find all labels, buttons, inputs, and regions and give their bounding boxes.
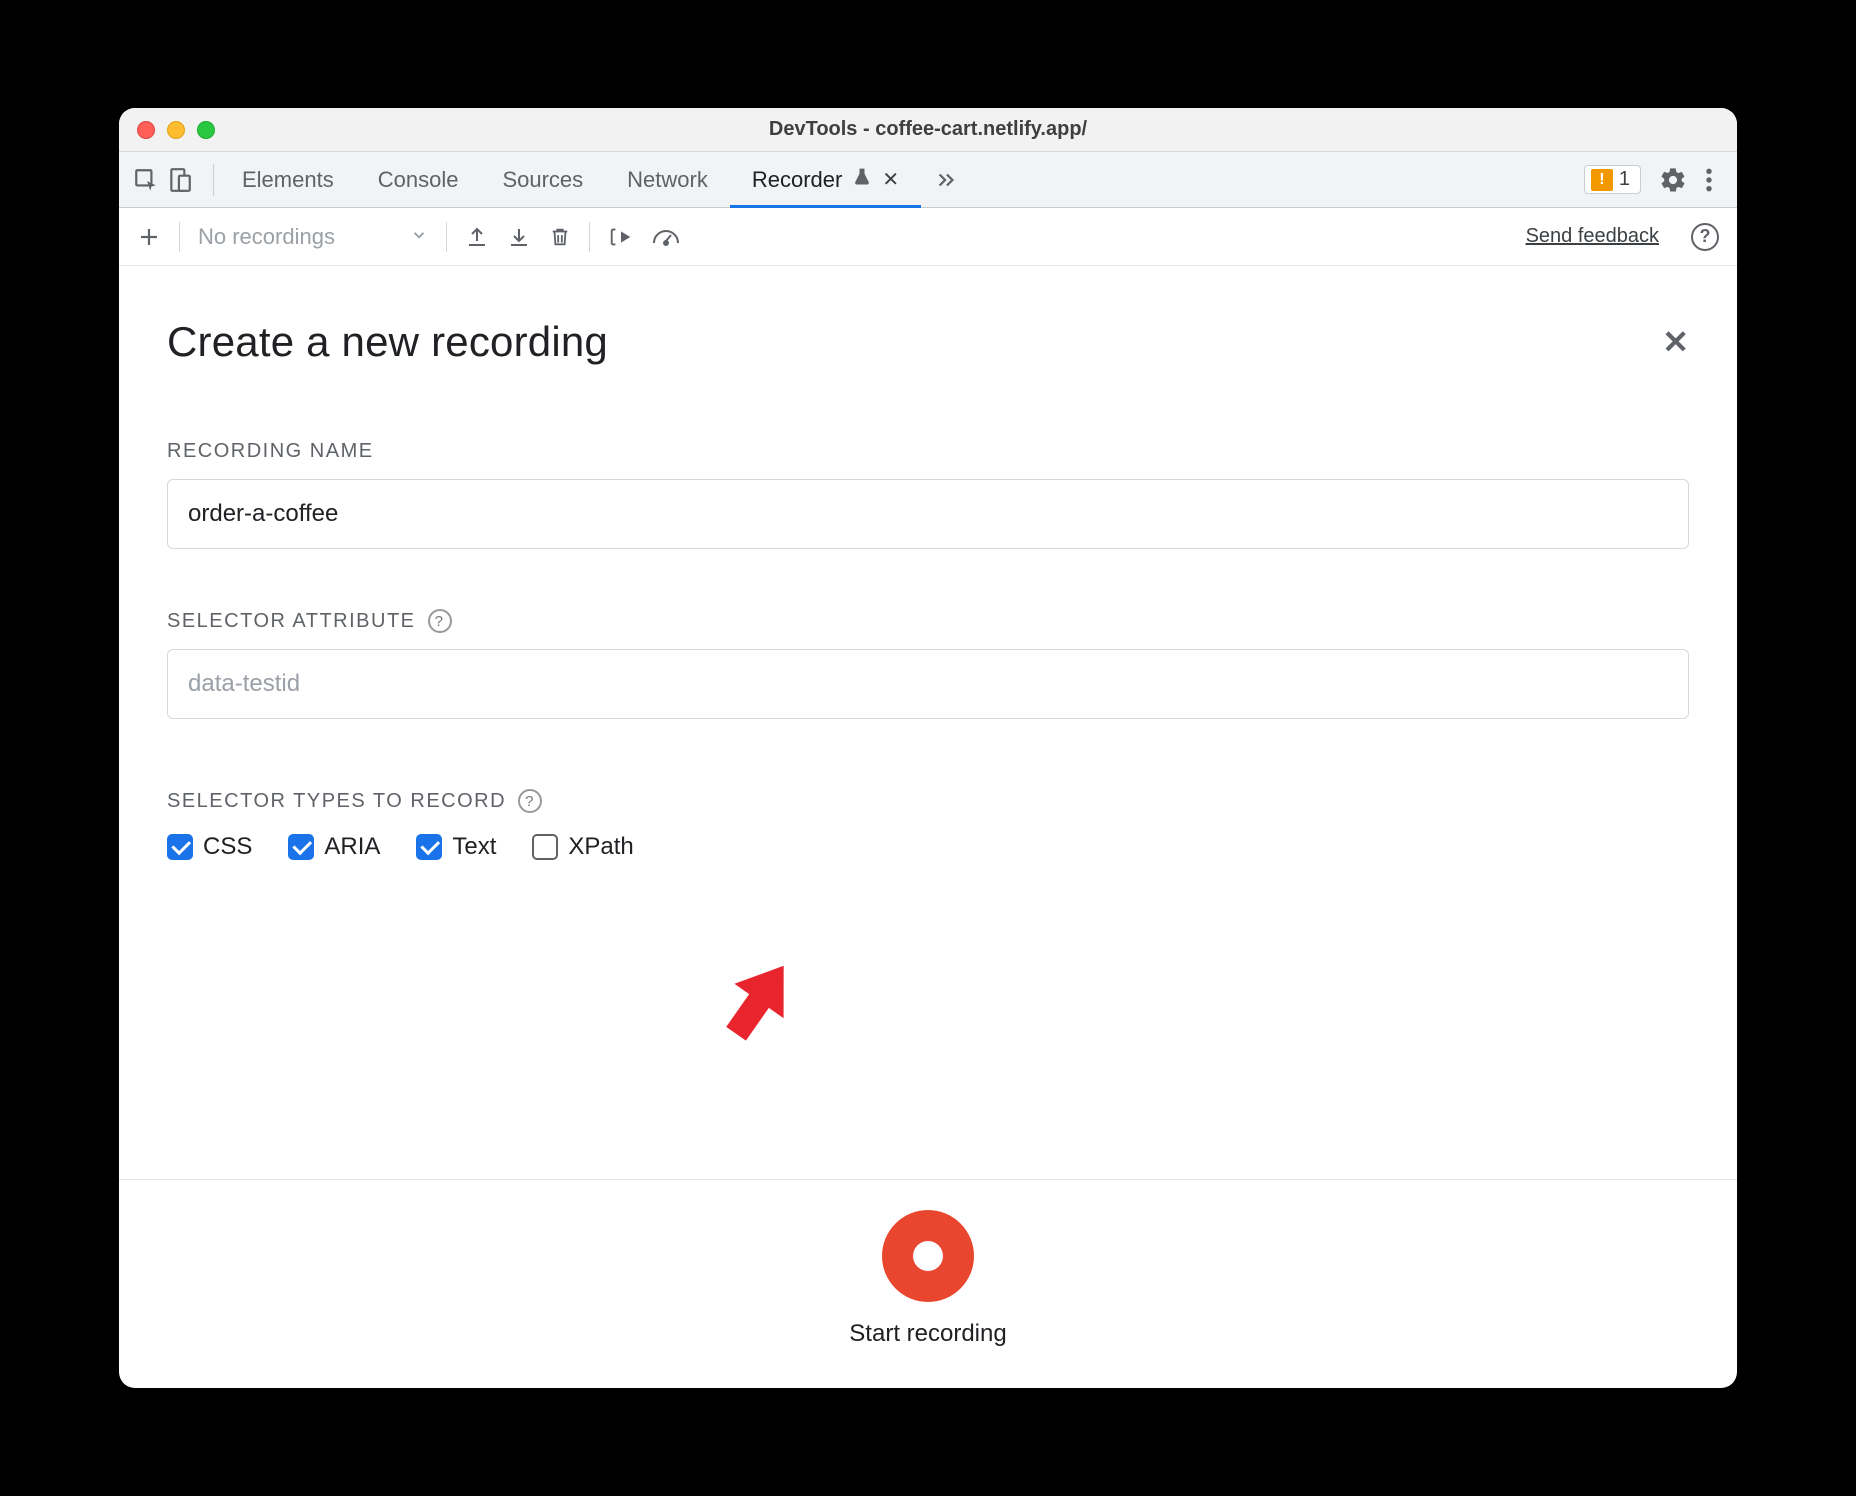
selector-attribute-label: SELECTOR ATTRIBUTE ?	[167, 609, 1689, 633]
import-icon[interactable]	[507, 225, 531, 249]
new-recording-icon[interactable]	[137, 225, 161, 249]
page-title: Create a new recording	[167, 318, 608, 366]
selector-types-label: SELECTOR TYPES TO RECORD ?	[167, 789, 1689, 813]
warning-icon: !	[1591, 169, 1613, 191]
start-recording-button[interactable]	[882, 1210, 974, 1302]
delete-icon[interactable]	[549, 225, 571, 249]
help-icon[interactable]: ?	[518, 789, 542, 813]
chevron-down-icon	[410, 224, 428, 250]
annotation-arrow	[709, 946, 809, 1061]
recorder-toolbar: No recordings Send feedback ?	[119, 208, 1737, 266]
start-recording-label: Start recording	[849, 1320, 1006, 1348]
tabstrip: Elements Console Sources Network Recorde…	[119, 152, 1737, 208]
recordings-dropdown[interactable]: No recordings	[198, 224, 428, 250]
tab-network[interactable]: Network	[605, 152, 730, 207]
devtools-window: DevTools - coffee-cart.netlify.app/ Elem…	[119, 108, 1737, 1388]
footer: Start recording	[119, 1179, 1737, 1388]
device-toolbar-icon[interactable]	[167, 167, 193, 193]
checkbox-aria[interactable]: ARIA	[288, 833, 380, 861]
titlebar: DevTools - coffee-cart.netlify.app/	[119, 108, 1737, 152]
export-icon[interactable]	[465, 225, 489, 249]
window-close-button[interactable]	[137, 121, 155, 139]
kebab-menu-icon[interactable]	[1705, 167, 1713, 193]
checkbox-text[interactable]: Text	[416, 833, 496, 861]
tab-console[interactable]: Console	[356, 152, 481, 207]
selector-attribute-input[interactable]	[167, 649, 1689, 719]
close-tab-icon[interactable]: ✕	[882, 167, 899, 192]
checkbox-xpath[interactable]: XPath	[532, 833, 633, 861]
window-title: DevTools - coffee-cart.netlify.app/	[119, 118, 1737, 141]
settings-icon[interactable]	[1659, 166, 1687, 194]
close-panel-icon[interactable]: ✕	[1662, 323, 1689, 361]
window-minimize-button[interactable]	[167, 121, 185, 139]
help-icon[interactable]: ?	[428, 609, 452, 633]
tab-sources[interactable]: Sources	[480, 152, 605, 207]
tab-recorder[interactable]: Recorder ✕	[730, 152, 921, 207]
recording-name-input[interactable]	[167, 479, 1689, 549]
tab-elements[interactable]: Elements	[220, 152, 356, 207]
content: Create a new recording ✕ RECORDING NAME …	[119, 266, 1737, 1179]
more-tabs-icon[interactable]	[921, 169, 971, 191]
window-maximize-button[interactable]	[197, 121, 215, 139]
send-feedback-link[interactable]: Send feedback	[1526, 225, 1659, 248]
traffic-lights	[119, 121, 215, 139]
help-icon[interactable]: ?	[1691, 223, 1719, 251]
flask-icon	[852, 167, 872, 193]
performance-icon[interactable]	[652, 226, 680, 248]
checkbox-css[interactable]: CSS	[167, 833, 252, 861]
recording-name-label: RECORDING NAME	[167, 440, 1689, 463]
warning-badge[interactable]: ! 1	[1584, 165, 1641, 194]
selector-types-row: CSS ARIA Text XPath	[167, 833, 1689, 861]
inspect-element-icon[interactable]	[133, 167, 159, 193]
replay-icon[interactable]	[608, 225, 634, 249]
